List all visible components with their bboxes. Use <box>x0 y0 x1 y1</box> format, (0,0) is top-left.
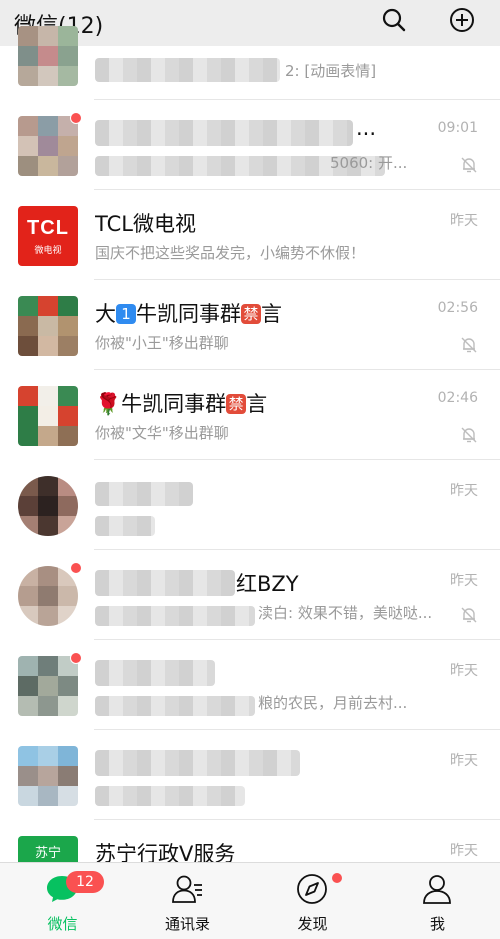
avatar <box>18 116 78 176</box>
group-avatar <box>18 296 78 356</box>
blurred-text <box>95 696 255 716</box>
blurred-text <box>95 750 300 776</box>
chat-list: 2: [动画表情] ... 5060: 开... 09:01 TCL 微电视 T… <box>0 26 500 910</box>
plus-circle-icon <box>448 6 476 38</box>
chat-name: 大 1 牛凯同事群禁言 <box>95 302 282 326</box>
chat-time: 昨天 <box>450 483 478 499</box>
prohibited-badge: 禁 <box>241 304 261 324</box>
blurred-text <box>95 606 255 626</box>
chat-time: 09:01 <box>437 120 478 136</box>
person-icon <box>419 871 455 907</box>
unread-dot <box>70 112 82 124</box>
chat-name: 红BZY <box>236 572 299 596</box>
chat-time: 昨天 <box>450 573 478 589</box>
tcl-logo: TCL 微电视 <box>18 206 78 266</box>
chat-row[interactable]: 🌹牛凯同事群禁言 你被"文华"移出群聊 02:46 <box>0 370 500 460</box>
chat-row[interactable]: ... 5060: 开... 09:01 <box>0 100 500 190</box>
unread-dot <box>70 652 82 664</box>
chat-name: 🌹牛凯同事群禁言 <box>95 392 268 416</box>
chat-row[interactable]: 2: [动画表情] <box>0 26 500 100</box>
group-avatar <box>18 386 78 446</box>
blurred-text <box>95 786 245 806</box>
chat-preview: 渎白: 效果不错，美哒哒... <box>258 604 433 622</box>
mute-bell-icon <box>460 426 478 448</box>
chat-preview: 你被"小王"移出群聊 <box>95 334 229 352</box>
chat-row[interactable]: 红BZY 渎白: 效果不错，美哒哒... 昨天 <box>0 550 500 640</box>
tab-chats[interactable]: 12 微信 <box>0 863 125 939</box>
chat-preview: 粮的农民，月前去村... <box>258 694 408 712</box>
unread-count-badge: 12 <box>66 871 104 893</box>
tab-me[interactable]: 我 <box>375 863 500 939</box>
avatar <box>18 656 78 716</box>
compass-icon <box>294 871 330 907</box>
chat-preview: 5060: 开... <box>330 154 408 172</box>
tab-label: 我 <box>429 915 445 933</box>
chat-preview: 你被"文华"移出群聊 <box>95 424 229 442</box>
blurred-text <box>95 570 235 596</box>
avatar <box>18 746 78 806</box>
tab-contacts[interactable]: 通讯录 <box>125 863 250 939</box>
bottom-tab-bar: 12 微信 通讯录 发现 我 <box>0 862 500 939</box>
chat-time: 昨天 <box>450 843 478 859</box>
blurred-text <box>95 482 193 506</box>
blurred-text <box>95 58 280 82</box>
tab-discover[interactable]: 发现 <box>250 863 375 939</box>
chat-name: TCL微电视 <box>95 212 196 236</box>
mute-bell-icon <box>460 606 478 628</box>
search-button[interactable] <box>378 6 410 38</box>
search-icon <box>381 7 407 37</box>
mute-bell-icon <box>460 336 478 358</box>
blurred-text <box>95 516 155 536</box>
chat-time: 02:46 <box>437 390 478 406</box>
blurred-text <box>95 660 215 686</box>
chat-row[interactable]: TCL 微电视 TCL微电视 国庆不把这些奖品发完，小编势不休假！ 昨天 <box>0 190 500 280</box>
contacts-icon <box>169 871 205 907</box>
notification-dot <box>332 873 342 883</box>
unread-dot <box>70 562 82 574</box>
chat-preview: 国庆不把这些奖品发完，小编势不休假！ <box>95 244 366 262</box>
avatar <box>18 476 78 536</box>
chat-row[interactable]: 昨天 <box>0 460 500 550</box>
avatar <box>18 26 78 86</box>
chat-row[interactable]: 昨天 <box>0 730 500 820</box>
chat-time: 02:56 <box>437 300 478 316</box>
tab-label: 发现 <box>297 915 328 933</box>
keycap-badge: 1 <box>116 304 136 324</box>
tab-label: 微信 <box>47 915 78 933</box>
chat-row[interactable]: 大 1 牛凯同事群禁言 你被"小王"移出群聊 02:56 <box>0 280 500 370</box>
mute-bell-icon <box>460 156 478 178</box>
chat-time: 昨天 <box>450 663 478 679</box>
prohibited-badge: 禁 <box>226 394 247 414</box>
blurred-text <box>95 120 353 146</box>
avatar: TCL 微电视 <box>18 206 78 266</box>
chat-time: 昨天 <box>450 213 478 229</box>
chat-time: 昨天 <box>450 753 478 769</box>
add-button[interactable] <box>446 6 478 38</box>
tab-label: 通讯录 <box>164 915 210 933</box>
chat-name: ... <box>356 116 377 140</box>
chat-row[interactable]: 粮的农民，月前去村... 昨天 <box>0 640 500 730</box>
chat-preview: 2: [动画表情] <box>285 62 377 80</box>
avatar <box>18 566 78 626</box>
